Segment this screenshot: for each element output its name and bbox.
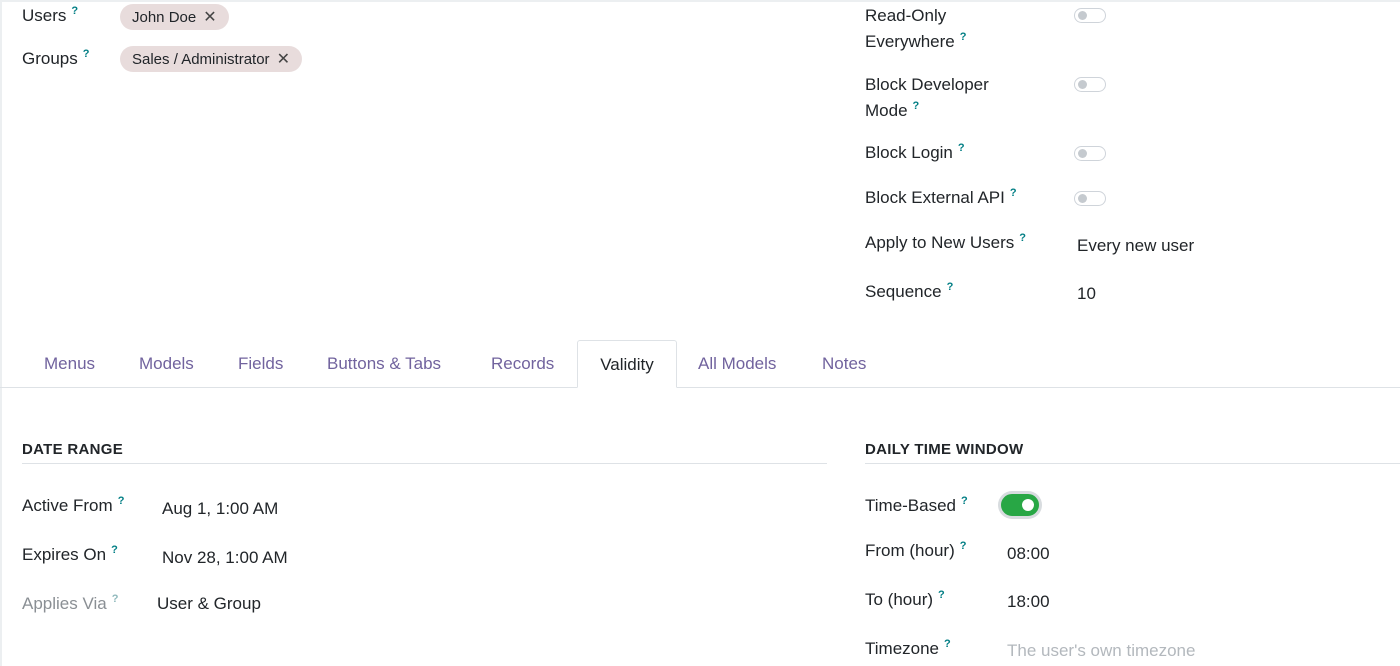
- to-hour-label: To (hour)?: [865, 589, 945, 609]
- block-dev-mode-label: Block Developer Mode?: [865, 75, 989, 120]
- groups-label: Groups?: [22, 48, 90, 68]
- time-based-label: Time-Based?: [865, 495, 968, 515]
- tab-fields[interactable]: Fields: [217, 340, 304, 388]
- active-from-value[interactable]: Aug 1, 1:00 AM: [162, 498, 278, 520]
- expires-on-value[interactable]: Nov 28, 1:00 AM: [162, 547, 288, 569]
- read-only-label: Read-Only Everywhere?: [865, 6, 967, 51]
- time-window-divider: [865, 463, 1400, 464]
- read-only-help-icon[interactable]: ?: [960, 31, 967, 43]
- time-based-help-icon[interactable]: ?: [961, 495, 968, 507]
- timezone-help-icon[interactable]: ?: [944, 638, 951, 650]
- top-border: [0, 0, 1400, 2]
- remove-tag-icon[interactable]: ✕: [277, 49, 290, 69]
- user-tag-label: John Doe: [132, 8, 197, 26]
- block-dev-help-icon[interactable]: ?: [913, 100, 920, 112]
- groups-help-icon[interactable]: ?: [83, 48, 90, 60]
- timezone-label: Timezone?: [865, 638, 951, 658]
- applies-via-value: User & Group: [157, 594, 261, 613]
- tab-notes[interactable]: Notes: [801, 340, 887, 388]
- group-tag-sales-admin: Sales / Administrator ✕: [120, 46, 302, 72]
- to-hour-value[interactable]: 18:00: [1007, 591, 1050, 613]
- toggle-knob: [1078, 80, 1087, 89]
- tab-buttons-tabs[interactable]: Buttons & Tabs: [306, 340, 462, 388]
- applies-via-label: Applies Via?: [22, 593, 119, 613]
- apply-new-users-value[interactable]: Every new user: [1077, 235, 1194, 257]
- left-border: [0, 0, 2, 666]
- toggle-knob: [1078, 11, 1087, 20]
- from-hour-value[interactable]: 08:00: [1007, 543, 1050, 565]
- expires-on-label: Expires On?: [22, 544, 118, 564]
- user-tag-john-doe: John Doe ✕: [120, 4, 229, 30]
- read-only-toggle[interactable]: [1074, 8, 1106, 23]
- users-help-icon[interactable]: ?: [71, 5, 78, 17]
- date-range-title: DATE RANGE: [22, 441, 124, 458]
- from-hour-help-icon[interactable]: ?: [960, 540, 967, 552]
- daily-time-window-title: DAILY TIME WINDOW: [865, 441, 1024, 458]
- toggle-knob: [1078, 149, 1087, 158]
- toggle-knob: [1022, 499, 1034, 511]
- timezone-select[interactable]: The user's own timezone: [1007, 640, 1195, 662]
- applies-via-help-icon[interactable]: ?: [112, 593, 119, 605]
- block-dev-mode-toggle[interactable]: [1074, 77, 1106, 92]
- apply-new-users-label: Apply to New Users?: [865, 232, 1027, 252]
- block-external-api-toggle[interactable]: [1074, 191, 1106, 206]
- from-hour-label: From (hour)?: [865, 540, 967, 560]
- group-tag-label: Sales / Administrator: [132, 50, 270, 68]
- tab-models[interactable]: Models: [118, 340, 215, 388]
- date-range-divider: [22, 463, 827, 464]
- block-api-help-icon[interactable]: ?: [1010, 187, 1017, 199]
- sequence-value[interactable]: 10: [1077, 283, 1096, 305]
- tab-all-models[interactable]: All Models: [677, 340, 797, 388]
- block-login-help-icon[interactable]: ?: [958, 142, 965, 154]
- remove-tag-icon[interactable]: ✕: [203, 7, 216, 27]
- tab-validity[interactable]: Validity: [577, 340, 677, 388]
- notebook-tabs: Menus Models Fields Buttons & Tabs Recor…: [0, 340, 1400, 388]
- to-hour-help-icon[interactable]: ?: [938, 589, 945, 601]
- tab-records[interactable]: Records: [470, 340, 575, 388]
- sequence-label: Sequence?: [865, 281, 954, 301]
- apply-new-users-help-icon[interactable]: ?: [1019, 232, 1026, 244]
- active-from-label: Active From?: [22, 495, 125, 515]
- toggle-knob: [1078, 194, 1087, 203]
- tab-menus[interactable]: Menus: [23, 340, 116, 388]
- expires-on-help-icon[interactable]: ?: [111, 544, 118, 556]
- active-from-help-icon[interactable]: ?: [118, 495, 125, 507]
- sequence-help-icon[interactable]: ?: [947, 281, 954, 293]
- block-external-api-label: Block External API?: [865, 187, 1017, 207]
- block-login-toggle[interactable]: [1074, 146, 1106, 161]
- time-based-toggle[interactable]: [1001, 494, 1039, 516]
- users-label: Users?: [22, 5, 79, 25]
- block-login-label: Block Login?: [865, 142, 965, 162]
